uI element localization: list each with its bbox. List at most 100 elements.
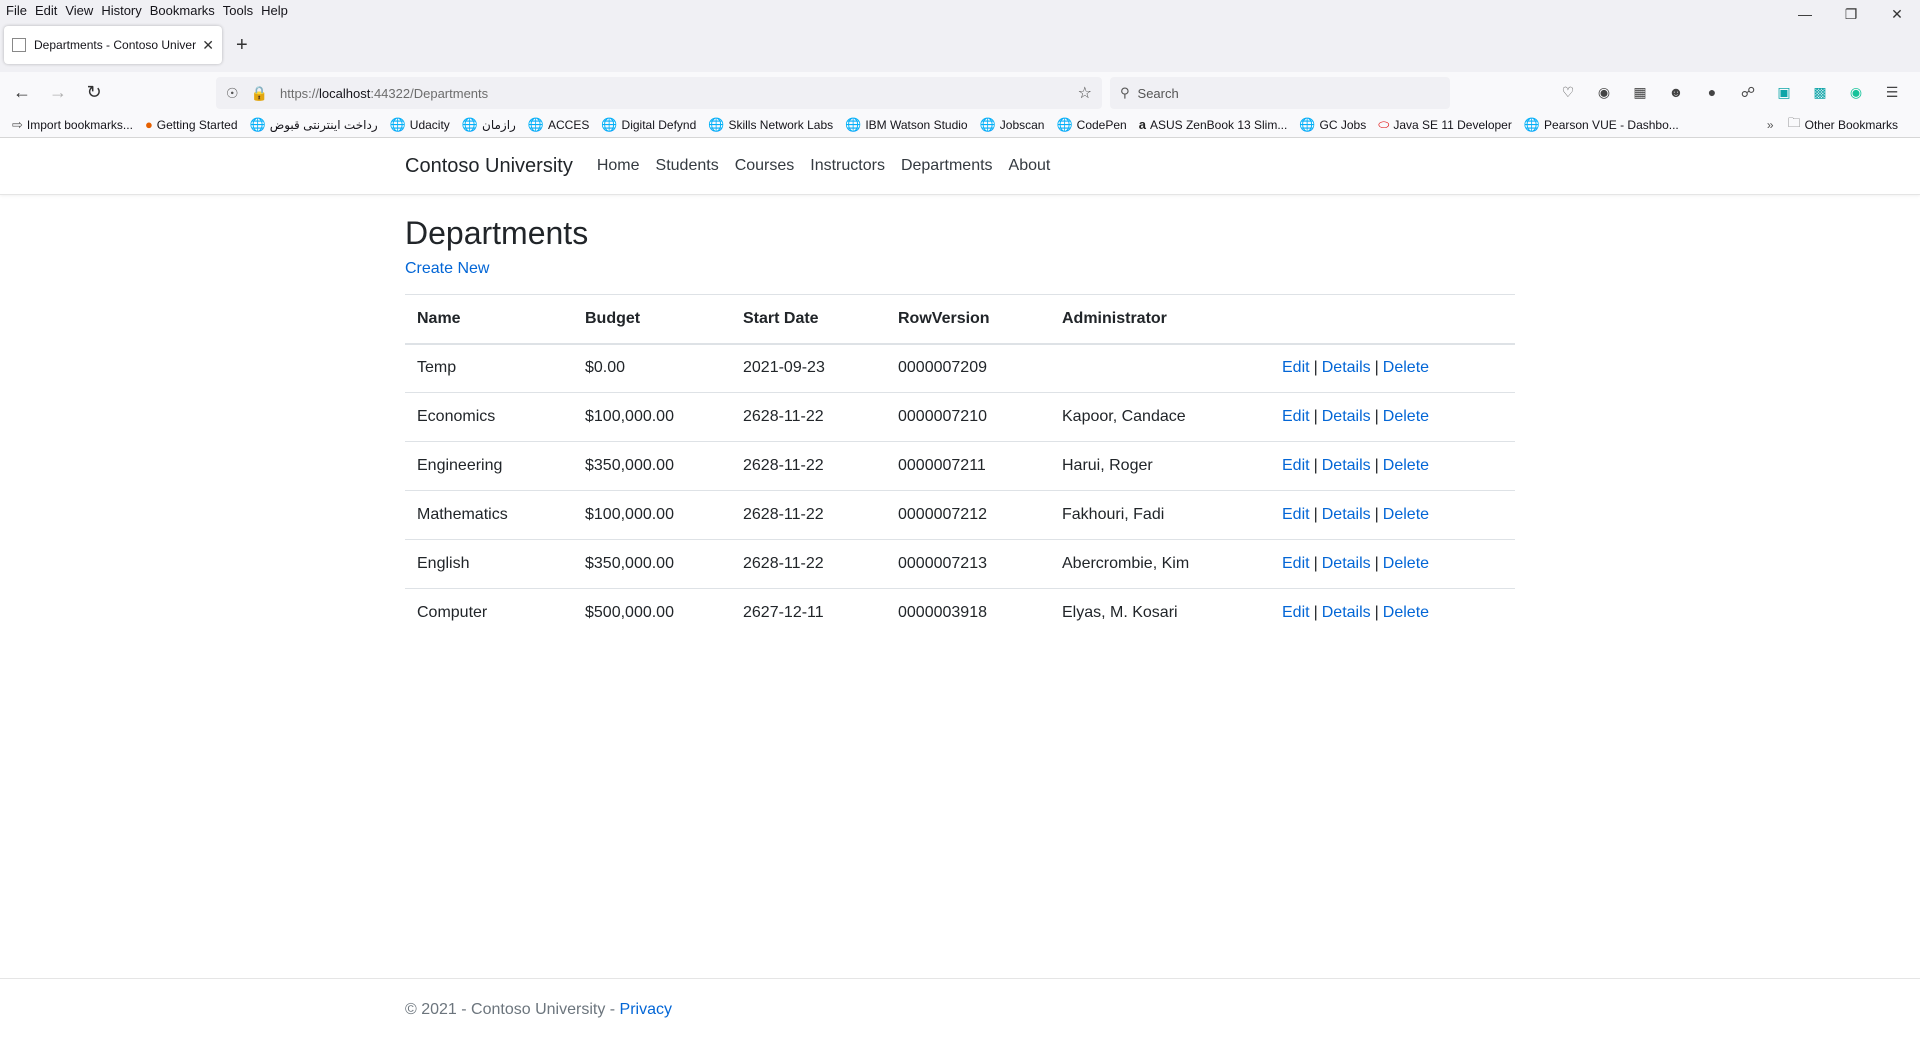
bookmark-item[interactable]: 🌐 Pearson VUE - Dashbo...: [1524, 117, 1679, 133]
extension-face-icon[interactable]: ☻: [1658, 78, 1694, 106]
action-separator: |: [1313, 457, 1318, 474]
column-header-budget: Budget: [573, 294, 731, 345]
folder-icon: 🗀: [1787, 114, 1801, 130]
tab-departments[interactable]: Departments - Contoso Universi ✕: [4, 26, 222, 64]
menu-history[interactable]: History: [101, 3, 147, 18]
delete-link[interactable]: Delete: [1383, 359, 1429, 376]
action-separator: |: [1374, 457, 1379, 474]
search-input[interactable]: ⚲ Search: [1110, 77, 1450, 109]
nav-about[interactable]: About: [1009, 157, 1051, 175]
edit-link[interactable]: Edit: [1282, 457, 1310, 474]
cell-budget: $350,000.00: [573, 539, 731, 589]
bookmark-item[interactable]: 🌐 Udacity: [390, 117, 450, 133]
globe-icon: 🌐: [1299, 116, 1316, 132]
hamburger-menu-icon[interactable]: ☰: [1874, 78, 1910, 106]
delete-link[interactable]: Delete: [1383, 604, 1429, 621]
bookmark-item[interactable]: 🌐 GC Jobs: [1299, 117, 1366, 133]
library-icon[interactable]: ▦: [1622, 78, 1658, 106]
save-extension-icon[interactable]: ▣: [1766, 78, 1802, 106]
search-icon: ⚲: [1120, 85, 1130, 100]
import-icon: ⇨: [12, 116, 23, 132]
nav-instructors[interactable]: Instructors: [810, 157, 885, 175]
action-separator: |: [1374, 506, 1379, 523]
bookmark-star-icon[interactable]: ☆: [1078, 83, 1092, 103]
extension-duo-icon[interactable]: ●: [1694, 78, 1730, 106]
delete-link[interactable]: Delete: [1383, 506, 1429, 523]
close-tab-icon[interactable]: ✕: [202, 37, 214, 54]
cell-start-date: 2628-11-22: [731, 392, 886, 442]
menu-edit[interactable]: Edit: [35, 3, 63, 18]
pocket-icon[interactable]: ♡: [1550, 78, 1586, 106]
amazon-icon: a: [1138, 117, 1146, 132]
bookmark-item[interactable]: ● Getting Started: [145, 117, 238, 132]
tab-strip: Departments - Contoso Universi ✕ +: [0, 20, 1920, 72]
nav-students[interactable]: Students: [656, 157, 719, 175]
other-bookmarks[interactable]: 🗀 Other Bookmarks: [1788, 114, 1898, 136]
table-row: English $350,000.00 2628-11-22 0000007213 Ab…: [405, 539, 1515, 589]
edit-link[interactable]: Edit: [1282, 604, 1310, 621]
menu-help[interactable]: Help: [261, 3, 294, 18]
table-row: Mathematics $100,000.00 2628-11-22 00000072…: [405, 490, 1515, 540]
menu-tools[interactable]: Tools: [223, 3, 259, 18]
address-bar[interactable]: ☉ 🔒 https://localhost:44322/Departments …: [216, 77, 1102, 109]
cell-administrator: [1050, 343, 1270, 393]
menu-view[interactable]: View: [65, 3, 99, 18]
details-link[interactable]: Details: [1322, 506, 1371, 523]
bookmark-item[interactable]: 🌐 Jobscan: [980, 117, 1045, 133]
menu-file[interactable]: File: [6, 3, 33, 18]
edit-link[interactable]: Edit: [1282, 359, 1310, 376]
bookmark-item[interactable]: 🌐 رازمان: [462, 117, 516, 133]
site-brand[interactable]: Contoso University: [405, 155, 573, 178]
reload-icon[interactable]: ↻: [80, 78, 108, 106]
edit-link[interactable]: Edit: [1282, 408, 1310, 425]
bookmark-item[interactable]: 🌐 IBM Watson Studio: [845, 117, 967, 133]
cell-rowversion: 0000007213: [886, 539, 1050, 589]
globe-icon: 🌐: [601, 116, 618, 132]
action-separator: |: [1313, 555, 1318, 572]
bookmark-item[interactable]: 🌐 ACCES: [528, 117, 590, 133]
details-link[interactable]: Details: [1322, 555, 1371, 572]
edit-link[interactable]: Edit: [1282, 555, 1310, 572]
shield-icon[interactable]: ☉: [226, 85, 239, 102]
bookmark-item[interactable]: a ASUS ZenBook 13 Slim...: [1139, 117, 1288, 132]
cell-budget: $350,000.00: [573, 441, 731, 491]
action-separator: |: [1374, 359, 1379, 377]
extension-e-icon[interactable]: ◉: [1586, 78, 1622, 106]
nav-courses[interactable]: Courses: [735, 157, 795, 175]
edit-link[interactable]: Edit: [1282, 506, 1310, 523]
globe-icon: 🌐: [461, 116, 478, 132]
grammarly-icon[interactable]: ◉: [1838, 78, 1874, 106]
back-icon[interactable]: ←: [8, 78, 36, 106]
bookmark-item[interactable]: 🌐 Digital Defynd: [601, 117, 696, 133]
globe-icon: 🌐: [708, 116, 725, 132]
firefox-icon: ●: [144, 117, 153, 132]
bookmark-item[interactable]: ⇨ Import bookmarks...: [12, 117, 133, 133]
translate-extension-icon[interactable]: ▩: [1802, 78, 1838, 106]
details-link[interactable]: Details: [1322, 359, 1371, 376]
row-actions: Edit | Details | Delete: [1270, 539, 1515, 589]
menu-bookmarks[interactable]: Bookmarks: [150, 3, 221, 18]
bookmark-item[interactable]: 🌐 رداخت اینترنتی قبوض: [250, 117, 378, 133]
new-tab-icon[interactable]: +: [236, 34, 248, 57]
delete-link[interactable]: Delete: [1383, 408, 1429, 425]
action-separator: |: [1313, 604, 1318, 622]
column-header-name: Name: [405, 294, 573, 345]
bookmark-item[interactable]: ⬭ Java SE 11 Developer: [1378, 117, 1512, 133]
action-separator: |: [1374, 555, 1379, 572]
nav-departments[interactable]: Departments: [901, 157, 993, 175]
forward-icon[interactable]: →: [44, 78, 72, 106]
details-link[interactable]: Details: [1322, 457, 1371, 474]
nav-home[interactable]: Home: [597, 157, 640, 175]
details-link[interactable]: Details: [1322, 604, 1371, 621]
delete-link[interactable]: Delete: [1383, 555, 1429, 572]
create-new-link[interactable]: Create New: [405, 260, 489, 278]
menu-bar: File Edit View History Bookmarks Tools H…: [0, 0, 1920, 22]
privacy-link[interactable]: Privacy: [620, 1001, 672, 1018]
bookmark-item[interactable]: 🌐 CodePen: [1056, 117, 1126, 133]
bookmark-item[interactable]: 🌐 Skills Network Labs: [708, 117, 833, 133]
chevron-double-right-icon[interactable]: »: [1767, 118, 1774, 132]
details-link[interactable]: Details: [1322, 408, 1371, 425]
delete-link[interactable]: Delete: [1383, 457, 1429, 474]
extension-link-icon[interactable]: ☍: [1730, 78, 1766, 106]
lock-icon[interactable]: 🔒: [251, 85, 268, 102]
